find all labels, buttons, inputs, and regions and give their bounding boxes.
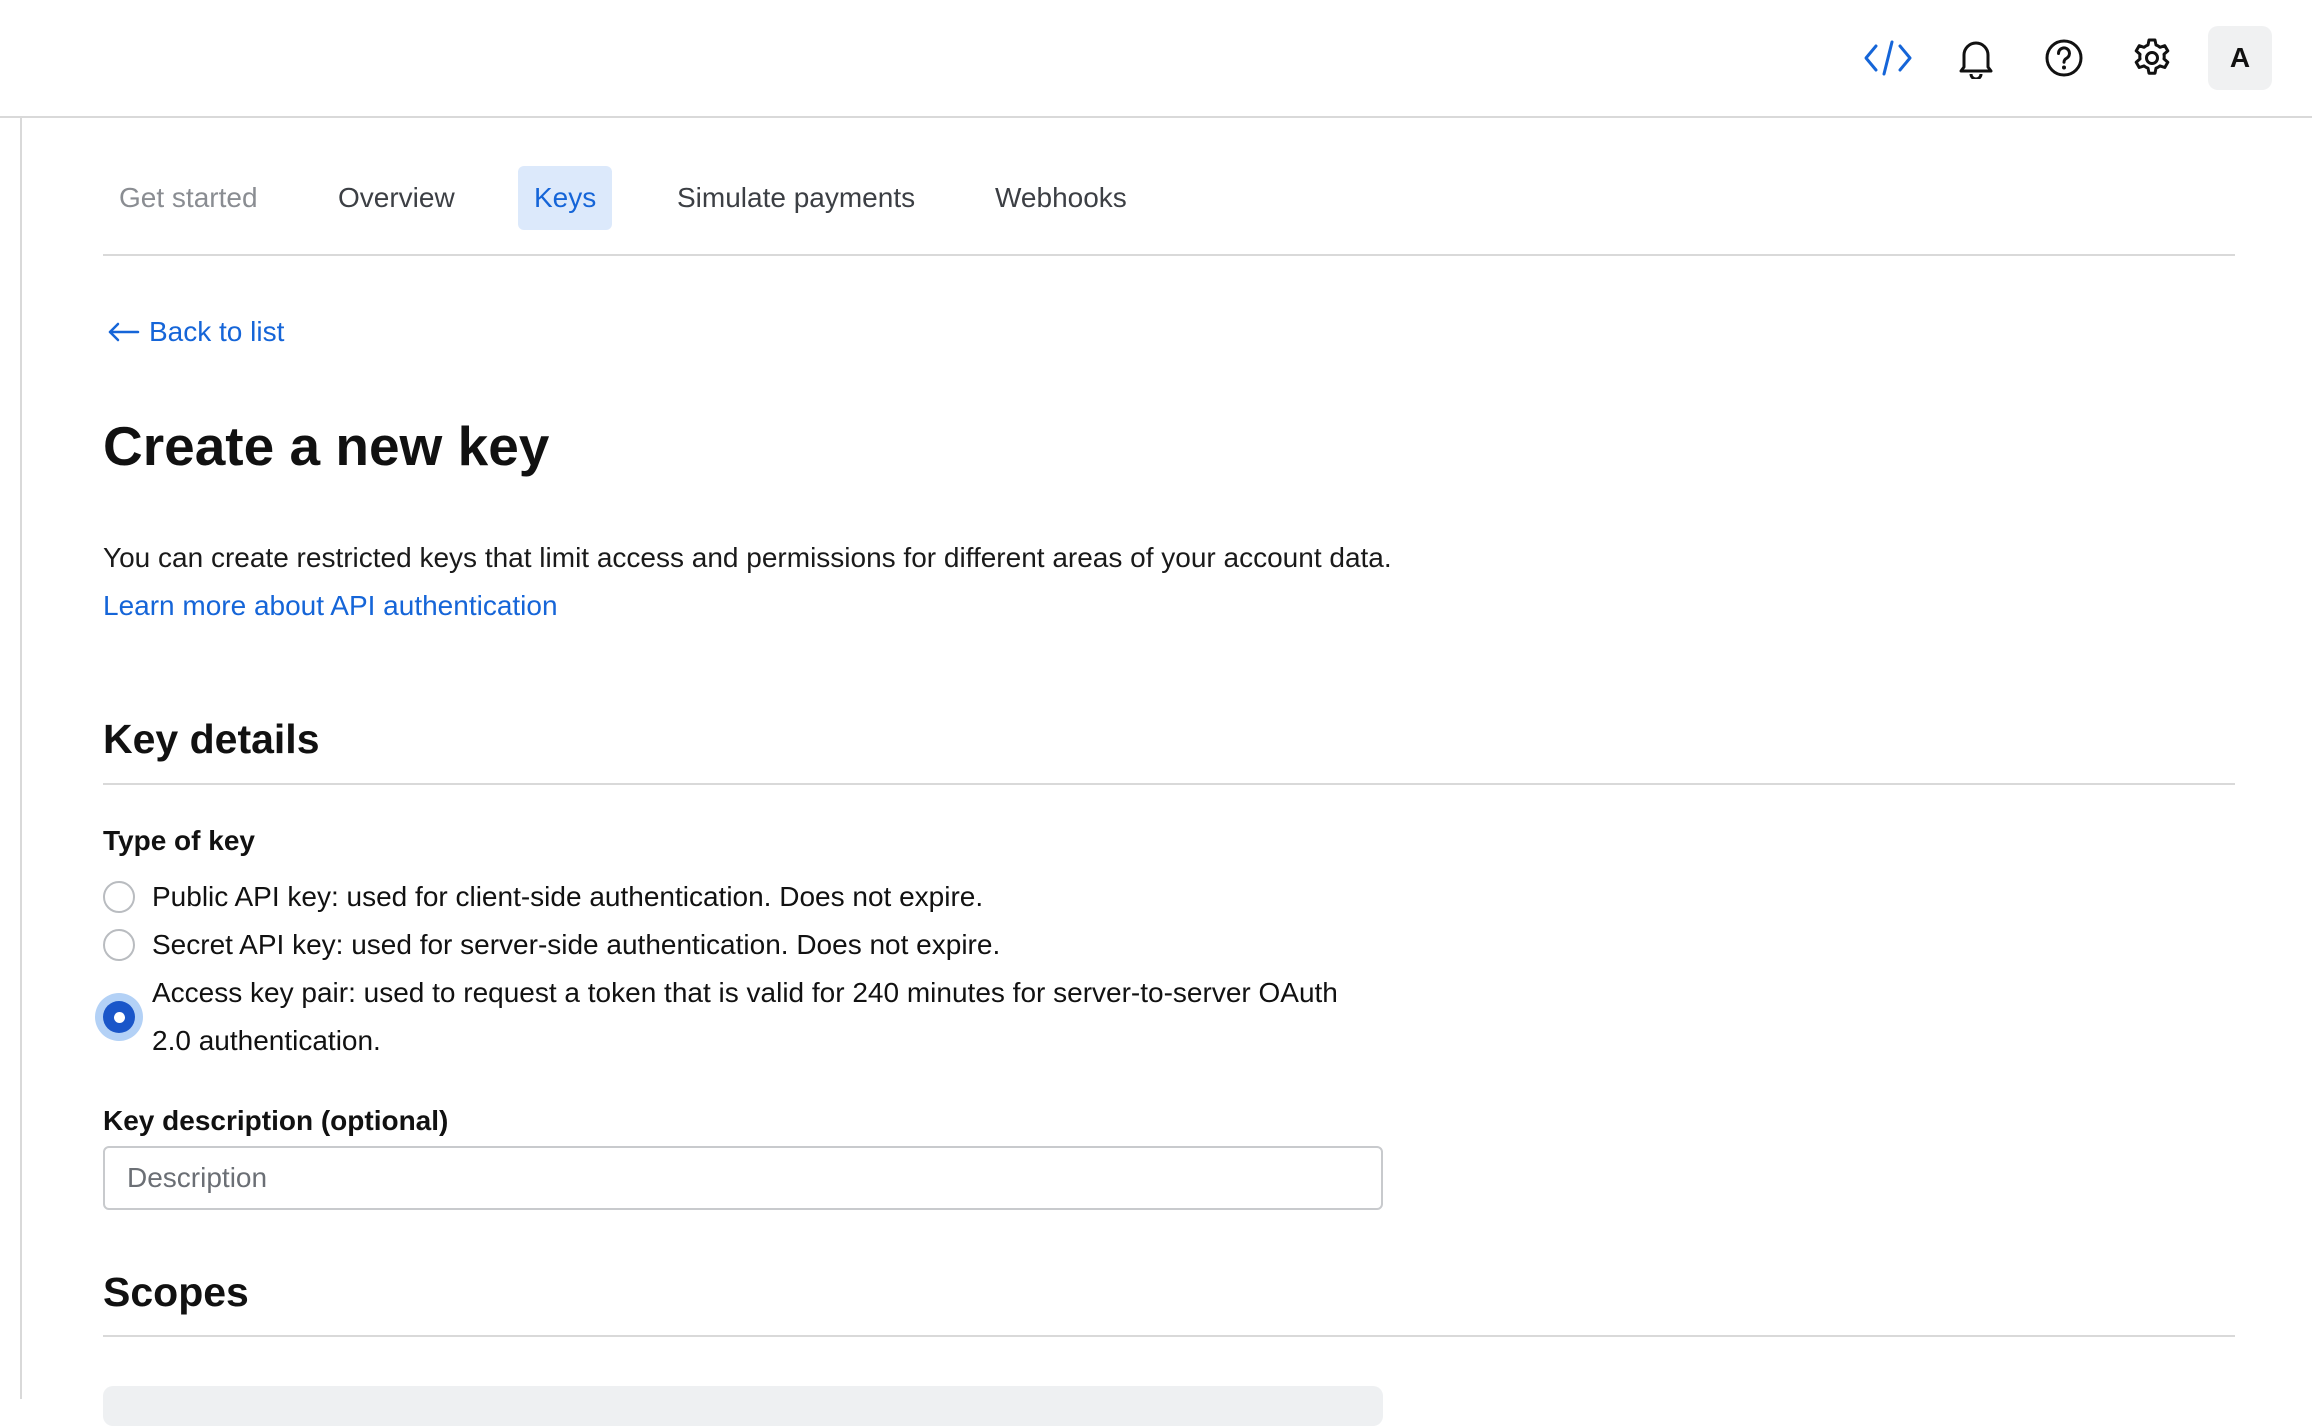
code-icon[interactable] [1856,26,1920,90]
left-rail-divider [20,118,22,1399]
tab-label: Overview [338,182,455,213]
tab-keys[interactable]: Keys [518,166,613,230]
arrow-left-icon [107,320,141,344]
gear-icon[interactable] [2120,26,2184,90]
radio-secret-api-key[interactable]: Secret API key: used for server-side aut… [103,921,1000,969]
help-icon[interactable] [2032,26,2096,90]
radio-label: Public API key: used for client-side aut… [152,881,984,912]
tab-label: Simulate payments [677,182,916,213]
page-title: Create a new key [103,415,550,477]
tab-bar: Get started Overview Keys Simulate payme… [103,118,2235,256]
radio-label: Secret API key: used for server-side aut… [152,929,1001,960]
radio-selected-indicator [103,1001,135,1033]
learn-more-link[interactable]: Learn more about API authentication [103,582,1392,630]
radio-dot [113,1011,125,1023]
key-details-heading: Key details [103,716,320,762]
key-details-divider [103,783,2235,785]
key-description-label: Key description (optional) [103,1105,449,1136]
radio-button[interactable] [103,929,135,961]
tab-label: Webhooks [995,182,1127,213]
radio-button[interactable] [103,881,135,913]
tab-label: Get started [119,182,258,213]
tab-get-started[interactable]: Get started [103,166,274,230]
bell-icon[interactable] [1944,26,2008,90]
main-content: Get started Overview Keys Simulate payme… [95,118,2235,1426]
intro: You can create restricted keys that limi… [103,534,1392,630]
radio-public-api-key[interactable]: Public API key: used for client-side aut… [103,873,983,921]
back-to-list-link[interactable]: Back to list [107,316,284,348]
tab-overview[interactable]: Overview [322,166,471,230]
avatar-initial: A [2229,42,2251,73]
tab-label: Keys [534,182,597,213]
top-bar-actions: A [1832,26,2272,90]
scopes-divider [103,1335,2235,1337]
type-of-key-label: Type of key [103,825,255,856]
scopes-panel [103,1386,1383,1426]
tab-webhooks[interactable]: Webhooks [979,166,1143,230]
radio-label: Access key pair: used to request a token… [152,977,1338,1056]
back-link-label: Back to list [149,316,285,347]
radio-button-selected[interactable] [95,993,143,1041]
tab-simulate-payments[interactable]: Simulate payments [661,166,931,230]
scopes-heading: Scopes [103,1269,249,1315]
avatar[interactable]: A [2208,26,2272,90]
intro-text: You can create restricted keys that limi… [103,542,1392,573]
radio-access-key-pair[interactable]: Access key pair: used to request a token… [95,969,1383,1065]
top-bar: A [0,0,2312,118]
key-description-input[interactable] [103,1146,1383,1210]
